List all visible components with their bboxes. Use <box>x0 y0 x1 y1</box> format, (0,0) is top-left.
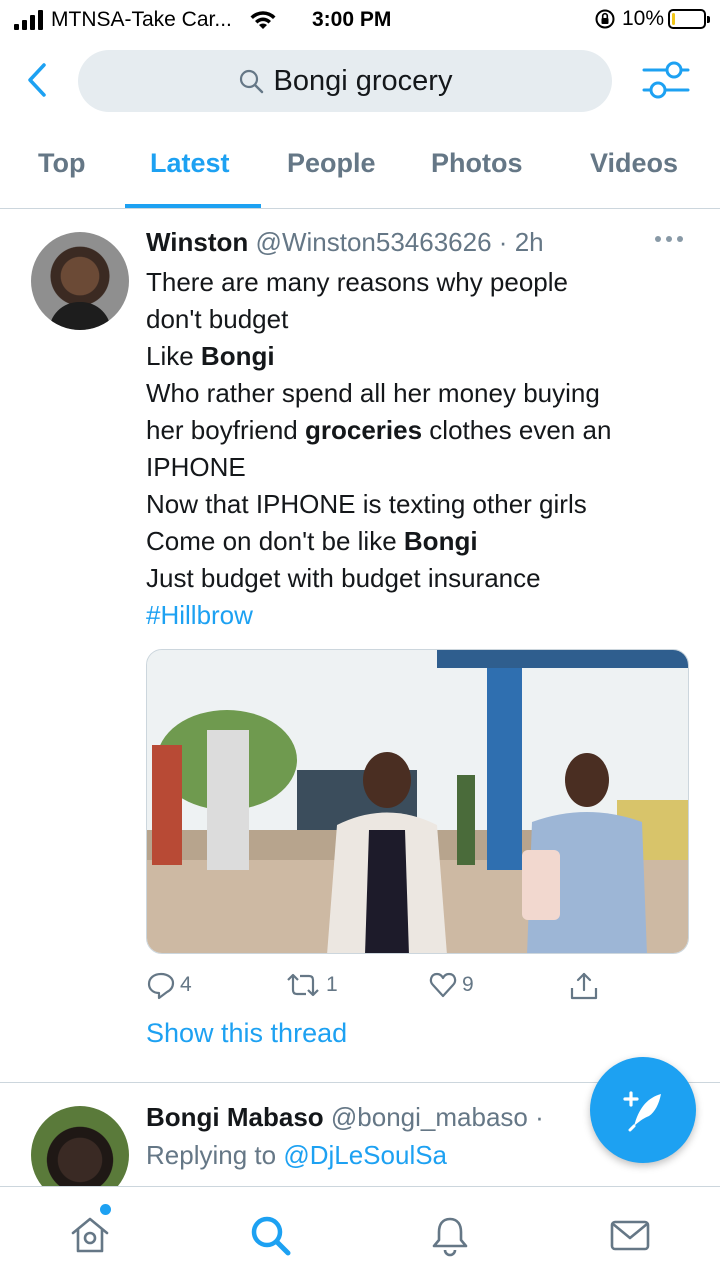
text-span: her boyfriend <box>146 415 305 445</box>
tab-photos[interactable]: Photos <box>431 148 523 179</box>
mention-link[interactable]: @DjLeSoulSa <box>283 1140 447 1170</box>
text-span: clothes even an <box>422 415 612 445</box>
author-name[interactable]: Bongi Mabaso <box>146 1102 324 1132</box>
highlight-keyword: groceries <box>304 415 423 445</box>
battery-icon <box>668 9 710 29</box>
mail-icon[interactable] <box>608 1213 652 1257</box>
photo-illustration <box>147 650 688 953</box>
text-span: Come on don't be like <box>146 526 404 556</box>
tweet-time: 2h <box>514 227 544 257</box>
tweet-header: Bongi Mabaso @bongi_mabaso · <box>146 1102 544 1133</box>
rotation-lock-icon <box>595 9 615 29</box>
notification-dot <box>100 1204 111 1215</box>
text-span: Like <box>146 341 201 371</box>
reply-count: 4 <box>180 973 192 996</box>
author-handle: @bongi_mabaso <box>330 1102 528 1132</box>
more-options-icon[interactable] <box>655 236 687 248</box>
tweet-actions: 4 1 9 <box>146 970 706 1006</box>
tweet-line: her boyfriend groceries clothes even an <box>146 412 706 449</box>
compose-feather-icon <box>623 1091 661 1132</box>
battery-level <box>672 13 675 25</box>
search-query: Bongi grocery <box>273 64 453 97</box>
tab-people[interactable]: People <box>287 148 376 179</box>
retweet-count: 1 <box>326 973 338 996</box>
tweet-line: Come on don't be like Bongi <box>146 523 706 560</box>
tweet-text: There are many reasons why people don't … <box>146 264 706 634</box>
author-handle: @Winston53463626 <box>255 227 492 257</box>
tweet-photo[interactable] <box>146 649 689 954</box>
battery-percentage: 10% <box>621 7 664 30</box>
bottom-nav <box>0 1186 720 1280</box>
replying-to: Replying to @DjLeSoulSa <box>146 1140 447 1171</box>
share-button[interactable] <box>568 970 604 1002</box>
search-icon <box>239 69 263 94</box>
separator: · <box>498 227 508 257</box>
search-tabs: Top Latest People Photos Videos <box>0 128 720 209</box>
home-icon[interactable] <box>68 1213 112 1257</box>
status-right: 10% <box>594 7 710 31</box>
back-chevron-icon[interactable] <box>24 62 54 98</box>
heart-icon <box>429 972 457 998</box>
tweet-line: Now that IPHONE is texting other girls <box>146 489 587 519</box>
reply-icon <box>147 972 175 1000</box>
tweet-line: IPHONE <box>146 452 246 482</box>
compose-tweet-button[interactable] <box>590 1057 696 1163</box>
show-thread-link[interactable]: Show this thread <box>146 1018 347 1049</box>
retweet-button[interactable]: 1 <box>284 970 338 1000</box>
tweet-line: Who rather spend all her money buying <box>146 378 600 408</box>
retweet-icon <box>287 973 319 997</box>
tweet-line: Like Bongi <box>146 338 706 375</box>
avatar[interactable] <box>31 232 129 330</box>
tweet-line: don't budget <box>146 304 289 334</box>
tweet-line: There are many reasons why people <box>146 267 569 297</box>
sliders-icon[interactable] <box>642 60 690 100</box>
tweet-header: Winston @Winston53463626 · 2h <box>146 227 544 258</box>
reply-button[interactable]: 4 <box>146 970 192 1000</box>
signal-icon <box>14 10 43 30</box>
bell-icon[interactable] <box>428 1213 472 1257</box>
search-input[interactable]: Bongi grocery <box>78 50 612 112</box>
highlight-keyword: Bongi <box>200 341 275 371</box>
share-icon <box>570 972 598 1000</box>
search-icon[interactable] <box>248 1213 292 1257</box>
separator: · <box>535 1102 544 1132</box>
author-name[interactable]: Winston <box>146 227 248 257</box>
like-count: 9 <box>462 973 474 996</box>
like-button[interactable]: 9 <box>428 970 474 1000</box>
tab-videos[interactable]: Videos <box>590 148 678 179</box>
reply-prefix: Replying to <box>146 1140 284 1170</box>
clock: 3:00 PM <box>312 8 392 31</box>
hashtag-link[interactable]: #Hillbrow <box>146 597 706 634</box>
active-tab-indicator <box>125 204 261 208</box>
tab-latest[interactable]: Latest <box>150 148 230 179</box>
status-bar: MTNSA-Take Car... 3:00 PM 10% <box>0 0 720 40</box>
tab-top[interactable]: Top <box>38 148 85 179</box>
tweet-line: Just budget with budget insurance <box>146 563 541 593</box>
status-left: MTNSA-Take Car... <box>14 8 278 32</box>
carrier-name: MTNSA-Take Car... <box>51 8 232 31</box>
wifi-icon <box>250 11 276 29</box>
highlight-keyword: Bongi <box>403 526 478 556</box>
